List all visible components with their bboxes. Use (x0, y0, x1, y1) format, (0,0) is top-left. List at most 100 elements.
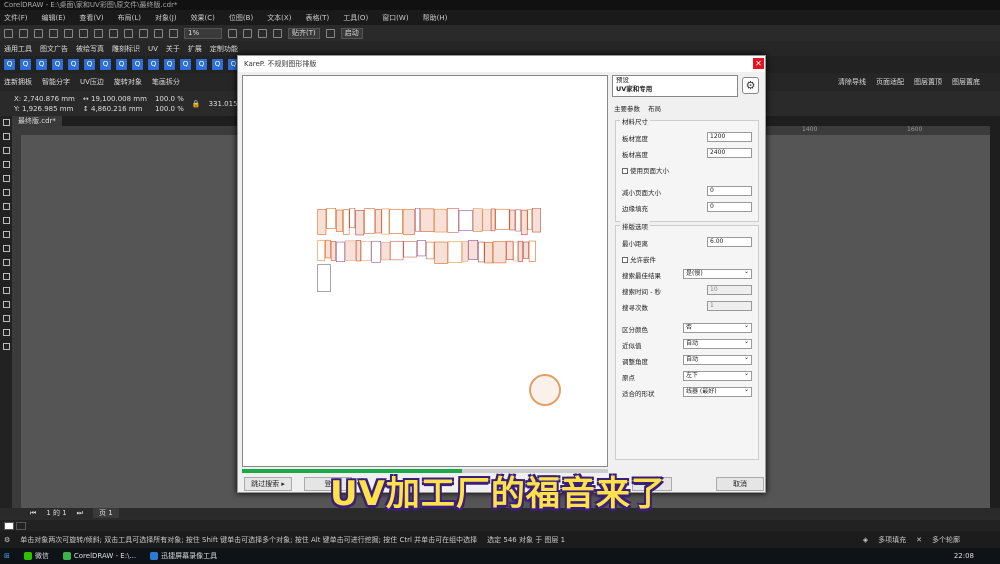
smart-fill-icon[interactable] (2, 343, 10, 350)
menu-bitmaps[interactable]: 位图(B) (229, 13, 253, 23)
cmd-layer-top[interactable]: 图层置顶 (914, 77, 942, 87)
plugin-q-icon[interactable]: Q (4, 59, 15, 70)
taskbar-clock[interactable]: 22:08 (954, 552, 974, 560)
sheet-width-input[interactable]: 1200 (707, 132, 752, 142)
taskbar-coreldraw[interactable]: CorelDRAW - E:\... (62, 552, 136, 560)
size-readout[interactable]: ↔ 19,100.008 mm ↕ 4,860.216 mm (83, 94, 147, 114)
grid-icon[interactable] (258, 28, 267, 38)
cmd-uv-edge[interactable]: UV压边 (80, 77, 104, 87)
plugin-graphic-ads[interactable]: 图文广告 (40, 44, 68, 54)
tab-main-params[interactable]: 主要参数 (614, 105, 640, 113)
plugin-q-icon[interactable]: Q (52, 59, 63, 70)
cmd-new-board[interactable]: 连新拥板 (4, 77, 32, 87)
cmd-clear-guides[interactable]: 清除导线 (838, 77, 866, 87)
undo-icon[interactable] (109, 28, 118, 38)
cmd-rotate-object[interactable]: 旋转对象 (114, 77, 142, 87)
plugin-q-icon[interactable]: Q (180, 59, 191, 70)
cmd-page-fit[interactable]: 页面适配 (876, 77, 904, 87)
launch-dropdown[interactable]: 启动 (340, 27, 363, 39)
new-file-icon[interactable] (4, 28, 13, 38)
pick-tool-icon[interactable] (2, 119, 10, 126)
scale-y-value[interactable]: 100.0 (155, 105, 175, 113)
gear-icon[interactable]: ⚙ (742, 77, 759, 94)
min-gap-input[interactable]: 6.00 (707, 237, 752, 247)
plugin-uv[interactable]: UV (148, 45, 158, 53)
polygon-tool-icon[interactable] (2, 231, 10, 238)
menu-window[interactable]: 窗口(W) (382, 13, 408, 23)
plugin-about[interactable]: 关于 (166, 44, 180, 54)
cmd-layer-bottom[interactable]: 图层置底 (952, 77, 980, 87)
menu-help[interactable]: 帮助(H) (423, 13, 448, 23)
close-icon[interactable]: ✕ (753, 58, 764, 69)
x-value[interactable]: 2,740.876 mm (23, 95, 75, 103)
plugin-q-icon[interactable]: Q (212, 59, 223, 70)
text-tool-icon[interactable] (2, 245, 10, 252)
plugin-q-icon[interactable]: Q (116, 59, 127, 70)
plugin-q-icon[interactable]: Q (36, 59, 47, 70)
plugin-q-icon[interactable]: Q (148, 59, 159, 70)
snap-to-dropdown[interactable]: 贴齐(T) (288, 27, 320, 39)
width-value[interactable]: 19,100.008 mm (91, 95, 147, 103)
cut-icon[interactable] (64, 28, 73, 38)
drop-shadow-icon[interactable] (2, 287, 10, 294)
menu-tools[interactable]: 工具(O) (343, 13, 368, 23)
menu-table[interactable]: 表格(T) (305, 13, 329, 23)
print-icon[interactable] (49, 28, 58, 38)
redo-icon[interactable] (124, 28, 133, 38)
page-first-icon[interactable]: ⏮ (30, 509, 36, 518)
shape-tool-icon[interactable] (2, 133, 10, 140)
vertical-ruler[interactable] (12, 135, 21, 510)
swatch-none[interactable] (16, 521, 26, 530)
connector-tool-icon[interactable] (2, 273, 10, 280)
ellipse-tool-icon[interactable] (2, 217, 10, 224)
paste-icon[interactable] (94, 28, 103, 38)
plugin-q-icon[interactable]: Q (20, 59, 31, 70)
guides-icon[interactable] (273, 28, 282, 38)
menu-view[interactable]: 查看(V) (79, 13, 103, 23)
lock-ratio-icon[interactable]: 🔒 (192, 100, 201, 108)
plugin-inkjet-photo[interactable]: 被绘写真 (76, 44, 104, 54)
plugin-q-icon[interactable]: Q (84, 59, 95, 70)
open-file-icon[interactable] (19, 28, 28, 38)
scale-readout[interactable]: 100.0 % 100.0 % (155, 94, 184, 114)
cancel-button[interactable]: 取消 (716, 477, 764, 491)
menu-effects[interactable]: 效果(C) (191, 13, 215, 23)
search-time-input[interactable]: 10 (707, 285, 752, 295)
use-page-size-checkbox[interactable]: 使用页面大小 (622, 165, 669, 175)
page-last-icon[interactable]: ⏭ (77, 509, 83, 518)
plugin-q-icon[interactable]: Q (196, 59, 207, 70)
windows-start-icon[interactable]: ⊞ (4, 552, 10, 560)
menu-file[interactable]: 文件(F) (4, 13, 28, 23)
menu-edit[interactable]: 编辑(E) (42, 13, 66, 23)
shrink-input[interactable]: 0 (707, 186, 752, 196)
copy-icon[interactable] (79, 28, 88, 38)
position-readout[interactable]: X: 2,740.876 mm Y: 1,926.985 mm (14, 94, 75, 114)
tab-document[interactable]: 最终版.cdr* (12, 116, 62, 126)
approx-select[interactable]: 自动 (683, 338, 752, 349)
artistic-media-icon[interactable] (2, 189, 10, 196)
swatch-white[interactable] (4, 521, 14, 530)
export-icon[interactable] (169, 28, 178, 38)
distinguish-color-select[interactable]: 否 (683, 322, 752, 333)
rectangle-tool-icon[interactable] (2, 203, 10, 210)
save-icon[interactable] (34, 28, 43, 38)
zoom-select[interactable]: 1% (184, 27, 222, 39)
preset-dropdown[interactable]: 预设 UV家和专用 (612, 75, 738, 97)
gear-icon[interactable]: ⚙ (4, 536, 10, 544)
search-icon[interactable] (139, 28, 148, 38)
y-value[interactable]: 1,926.985 mm (22, 105, 74, 113)
search-count-input[interactable]: 1 (707, 301, 752, 311)
plugin-q-icon[interactable]: Q (68, 59, 79, 70)
crop-tool-icon[interactable] (2, 147, 10, 154)
plugin-custom-functions[interactable]: 定制功能 (210, 44, 238, 54)
cmd-smart-split-text[interactable]: 智能分字 (42, 77, 70, 87)
plugin-engraving-signs[interactable]: 雕刻标识 (112, 44, 140, 54)
menu-object[interactable]: 对象(J) (155, 13, 177, 23)
skip-search-button[interactable]: 跳过搜索 ▸ (244, 477, 292, 491)
parallel-dimension-icon[interactable] (2, 259, 10, 266)
scale-x-value[interactable]: 100.0 (155, 95, 175, 103)
menu-layout[interactable]: 布局(L) (118, 13, 141, 23)
fit-shape-select[interactable]: 线器 (最好) (683, 386, 752, 397)
transparency-tool-icon[interactable] (2, 301, 10, 308)
plugin-q-icon[interactable]: Q (164, 59, 175, 70)
